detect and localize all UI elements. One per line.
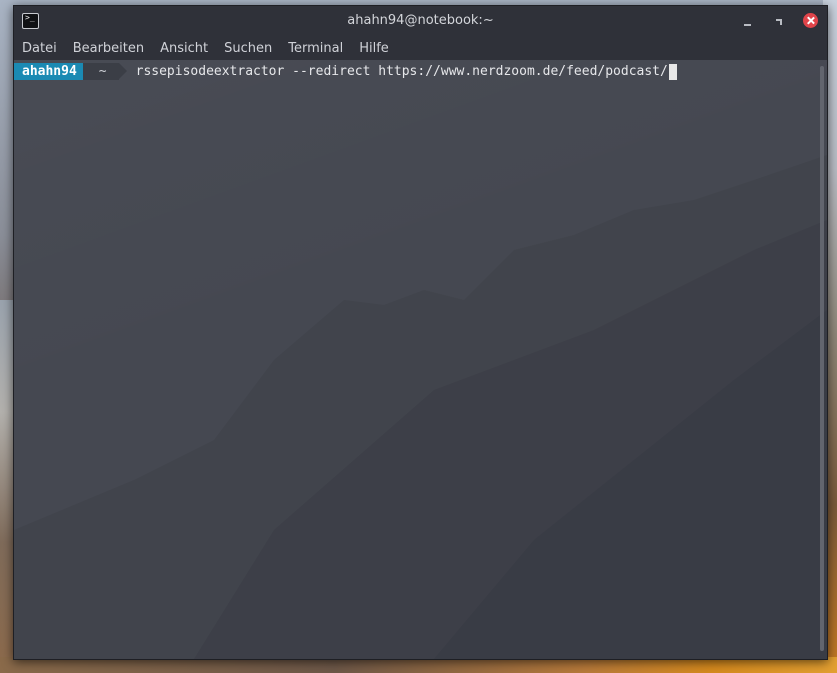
terminal-icon[interactable]: >_ [22, 13, 39, 29]
menu-bearbeiten[interactable]: Bearbeiten [65, 37, 152, 60]
desktop-wallpaper-left [0, 300, 14, 673]
maximize-icon[interactable] [772, 15, 786, 29]
close-icon[interactable] [803, 13, 818, 28]
menu-terminal[interactable]: Terminal [280, 37, 351, 60]
prompt-user: ahahn94 [14, 63, 91, 80]
title-bar[interactable]: ahahn94@notebook:~ >_ [14, 6, 827, 36]
menu-datei[interactable]: Datei [14, 37, 65, 60]
menu-bar: Datei Bearbeiten Ansicht Suchen Terminal… [14, 37, 827, 60]
terminal-area[interactable]: ahahn94 ~ rssepisodeextractor --redirect… [14, 60, 827, 659]
window-title: ahahn94@notebook:~ [347, 13, 494, 28]
background-mountains [14, 155, 827, 659]
menu-suchen[interactable]: Suchen [216, 37, 280, 60]
prompt-directory: ~ [82, 63, 127, 80]
scrollbar[interactable] [820, 66, 824, 651]
text-cursor [668, 63, 677, 80]
menu-hilfe[interactable]: Hilfe [351, 37, 397, 60]
menu-ansicht[interactable]: Ansicht [152, 37, 216, 60]
command-text: rssepisodeextractor --redirect https://w… [135, 64, 668, 79]
prompt-line: ahahn94 ~ rssepisodeextractor --redirect… [14, 63, 677, 80]
terminal-window[interactable]: ahahn94@notebook:~ >_ Datei Bearbeiten A… [13, 5, 828, 660]
minimize-icon[interactable] [741, 15, 755, 29]
